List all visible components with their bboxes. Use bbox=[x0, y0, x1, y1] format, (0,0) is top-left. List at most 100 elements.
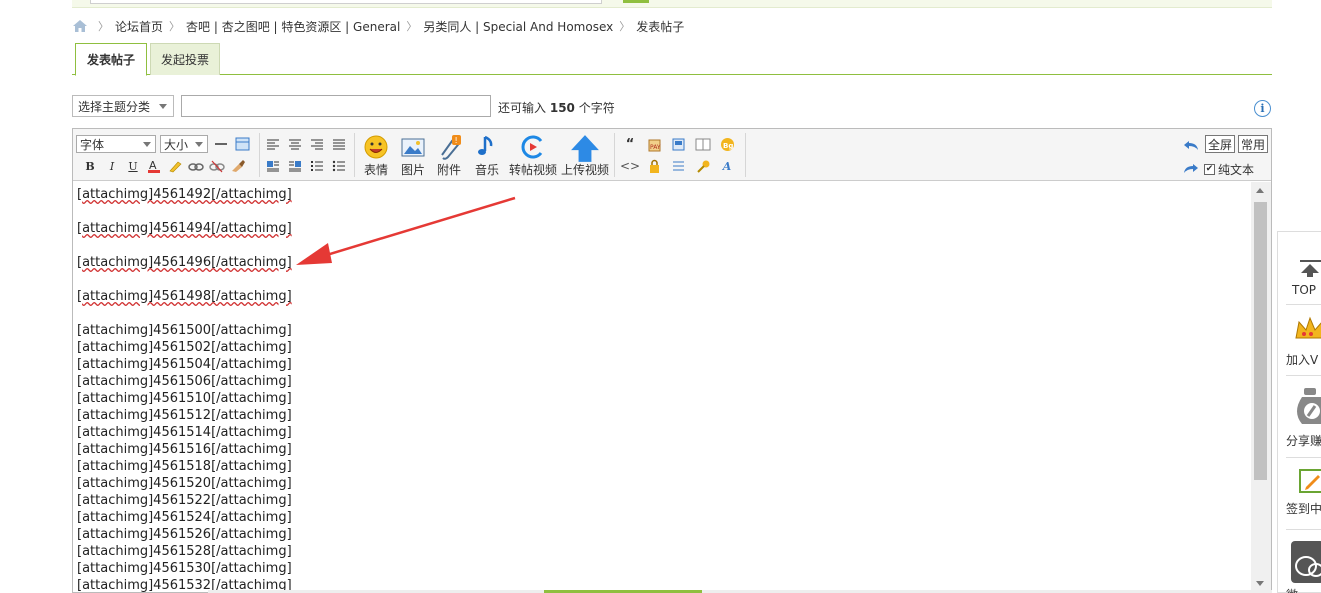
float-left-icon[interactable] bbox=[265, 158, 281, 174]
checkin-button[interactable]: 签到中 bbox=[1278, 464, 1321, 520]
upload-video-button[interactable]: 上传视频 bbox=[560, 133, 610, 177]
video-play-icon bbox=[521, 135, 543, 159]
join-vip-label: 加入V bbox=[1286, 353, 1319, 367]
subject-row: 选择主题分类 还可输入 150 个字符 i bbox=[72, 95, 1272, 119]
image-button[interactable]: 图片 bbox=[398, 133, 428, 177]
wechat-button[interactable]: 微 bbox=[1278, 538, 1321, 593]
clear-format-icon[interactable] bbox=[230, 158, 246, 174]
info-icon[interactable]: i bbox=[1254, 100, 1271, 117]
float-right-icon[interactable] bbox=[287, 158, 303, 174]
music-button[interactable]: 音乐 bbox=[472, 133, 502, 177]
bold-icon[interactable]: B bbox=[82, 158, 98, 174]
content-line: [attachimg]4561514[/attachimg] bbox=[77, 425, 292, 440]
breadcrumb-board[interactable]: 另类同人 | Special And Homosex bbox=[423, 18, 613, 35]
attachment-label: 附件 bbox=[436, 163, 461, 177]
common-button[interactable]: 常用 bbox=[1238, 135, 1268, 153]
content-line: [attachimg]4561522[/attachimg] bbox=[77, 493, 292, 508]
fullscreen-button[interactable]: 全屏 bbox=[1205, 135, 1235, 153]
tab-new-poll[interactable]: 发起投票 bbox=[150, 43, 220, 75]
hide-content-icon[interactable] bbox=[646, 158, 662, 174]
quote-icon[interactable]: “ bbox=[622, 136, 638, 152]
content-line: [attachimg]4561510[/attachimg] bbox=[77, 391, 292, 406]
svg-text:Bg: Bg bbox=[723, 142, 733, 150]
image-icon bbox=[401, 138, 425, 157]
content-line: [attachimg]4561516[/attachimg] bbox=[77, 442, 292, 457]
upload-arrow-icon bbox=[571, 135, 599, 162]
align-left-icon[interactable] bbox=[265, 136, 281, 152]
box-icon[interactable] bbox=[670, 136, 686, 152]
text-color-icon[interactable]: A bbox=[146, 158, 162, 174]
unlink-icon[interactable] bbox=[209, 158, 225, 174]
content-line: [attachimg]4561504[/attachimg] bbox=[77, 357, 292, 372]
paperclip-icon: ! bbox=[441, 135, 461, 160]
code-icon[interactable]: <> bbox=[620, 158, 640, 174]
top-search-button[interactable] bbox=[623, 0, 649, 3]
subject-input[interactable] bbox=[181, 95, 491, 117]
underline-icon[interactable]: U bbox=[125, 158, 141, 174]
content-line: [attachimg]4561518[/attachimg] bbox=[77, 459, 292, 474]
table-icon[interactable] bbox=[234, 136, 250, 152]
password-icon[interactable] bbox=[695, 158, 711, 174]
svg-text:PAY: PAY bbox=[650, 144, 661, 151]
floating-sidebar: TOP 加入V 分享赚 签到中 微 bbox=[1277, 231, 1321, 593]
repost-video-button[interactable]: 转帖视频 bbox=[508, 133, 558, 177]
unordered-list-icon[interactable] bbox=[331, 158, 347, 174]
background-icon[interactable]: Bg bbox=[719, 136, 735, 152]
redo-icon[interactable] bbox=[1183, 160, 1199, 176]
attachment-button[interactable]: ! 附件 bbox=[434, 133, 464, 177]
scrollbar-thumb[interactable] bbox=[1254, 202, 1267, 480]
content-line: [attachimg]4561496[/attachimg] bbox=[77, 255, 292, 270]
wechat-label: 微 bbox=[1286, 586, 1298, 593]
crown-icon bbox=[1295, 316, 1321, 339]
spellcheck-icon[interactable] bbox=[167, 158, 183, 174]
breadcrumb-section[interactable]: 杏吧 | 杏之图吧 | 特色资源区 | General bbox=[186, 18, 400, 35]
share-earn-button[interactable]: 分享赚 bbox=[1278, 382, 1321, 450]
font-style-icon[interactable]: A bbox=[719, 158, 735, 174]
plain-text-checkbox[interactable]: ✔ bbox=[1204, 164, 1215, 175]
free-content-icon[interactable] bbox=[670, 158, 686, 174]
align-center-icon[interactable] bbox=[287, 136, 303, 152]
plain-text-toggle[interactable]: ✔ 纯文本 bbox=[1204, 161, 1254, 178]
back-to-top-button[interactable]: TOP bbox=[1278, 254, 1321, 304]
align-right-icon[interactable] bbox=[309, 136, 325, 152]
breadcrumb-current: 发表帖子 bbox=[636, 19, 685, 34]
remain-prefix: 还可输入 bbox=[498, 101, 547, 115]
font-size-select[interactable]: 大小 bbox=[160, 135, 208, 153]
scroll-down-icon[interactable] bbox=[1256, 581, 1264, 586]
content-line: [attachimg]4561520[/attachimg] bbox=[77, 476, 292, 491]
ordered-list-icon[interactable] bbox=[309, 158, 325, 174]
columns-icon[interactable] bbox=[695, 136, 711, 152]
remain-suffix: 个字符 bbox=[578, 101, 615, 115]
smiley-icon bbox=[364, 135, 388, 159]
chevron-down-icon bbox=[195, 142, 203, 147]
emoji-button[interactable]: 表情 bbox=[361, 133, 391, 177]
content-line: [attachimg]4561506[/attachimg] bbox=[77, 374, 292, 389]
music-label: 音乐 bbox=[474, 163, 499, 177]
link-icon[interactable] bbox=[188, 158, 204, 174]
repost-video-label: 转帖视频 bbox=[508, 163, 557, 177]
join-vip-button[interactable]: 加入V bbox=[1278, 312, 1321, 367]
tab-new-post[interactable]: 发表帖子 bbox=[75, 43, 147, 76]
breadcrumb-separator: 〉 bbox=[98, 20, 109, 33]
post-content-textarea[interactable]: [attachimg]4561492[/attachimg] [attachim… bbox=[73, 182, 1251, 592]
undo-icon[interactable] bbox=[1183, 137, 1199, 153]
pencil-icon bbox=[1299, 469, 1321, 493]
home-icon[interactable] bbox=[72, 19, 88, 33]
share-earn-label: 分享赚 bbox=[1286, 434, 1321, 448]
italic-icon[interactable]: I bbox=[104, 158, 120, 174]
content-line: [attachimg]4561526[/attachimg] bbox=[77, 527, 292, 542]
category-select[interactable]: 选择主题分类 bbox=[72, 95, 174, 117]
wechat-icon bbox=[1291, 541, 1321, 583]
pay-icon[interactable]: PAY bbox=[646, 136, 662, 152]
horizontal-rule-icon[interactable] bbox=[213, 136, 229, 152]
checkin-label: 签到中 bbox=[1286, 502, 1321, 516]
editor-toolbar: 字体 大小 B I U A 表情 图片 ! 附件 音乐 转帖视频 上传视频 “ … bbox=[73, 129, 1271, 181]
scroll-up-icon[interactable] bbox=[1256, 188, 1264, 193]
upload-video-label: 上传视频 bbox=[560, 163, 609, 177]
content-line: [attachimg]4561498[/attachimg] bbox=[77, 289, 292, 304]
editor-scrollbar[interactable] bbox=[1251, 182, 1271, 592]
font-family-select[interactable]: 字体 bbox=[76, 135, 156, 153]
top-search-input[interactable] bbox=[90, 0, 602, 4]
breadcrumb-forum-home[interactable]: 论坛首页 bbox=[115, 18, 163, 35]
justify-icon[interactable] bbox=[331, 136, 347, 152]
